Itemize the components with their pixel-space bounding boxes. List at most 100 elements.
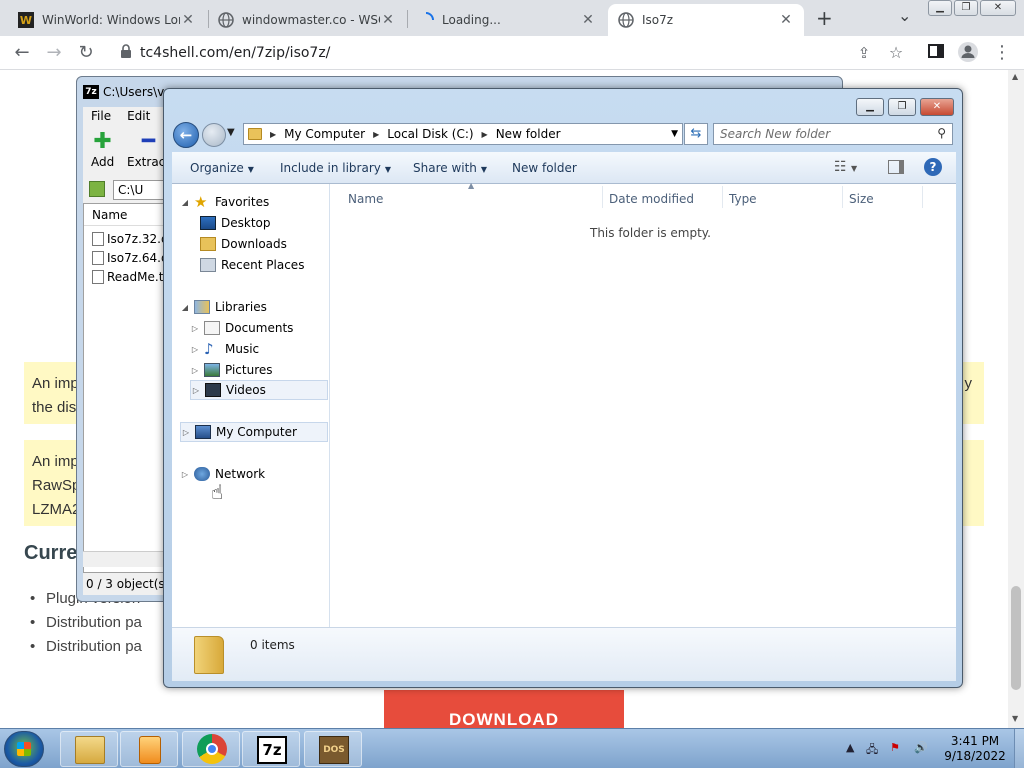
expand-triangle-icon[interactable]: ▷	[190, 324, 200, 333]
help-icon[interactable]: ?	[924, 158, 942, 176]
search-icon[interactable]: ⚲	[937, 126, 946, 140]
nav-label: Recent Places	[221, 258, 305, 272]
chevron-right-icon[interactable]: ▶	[369, 130, 383, 139]
expand-triangle-icon[interactable]: ▷	[181, 428, 191, 437]
recent-pages-dropdown-icon[interactable]: ▼	[227, 127, 235, 138]
new-folder-button[interactable]: New folder	[512, 161, 577, 175]
file-content-area[interactable]: ▲ Name Date modified Type Size This fold…	[330, 181, 956, 627]
tab-search-button[interactable]: ⌄	[898, 6, 911, 25]
column-divider[interactable]	[842, 186, 843, 208]
share-icon[interactable]: ⇪	[852, 41, 876, 65]
taskbar-dosbox[interactable]: DOS	[304, 731, 362, 767]
scroll-down-icon[interactable]: ▼	[1012, 714, 1018, 723]
nav-libraries[interactable]: ◢ Libraries	[180, 297, 267, 317]
expand-triangle-icon[interactable]: ▷	[190, 345, 200, 354]
breadcrumb-my-computer[interactable]: My Computer	[280, 127, 369, 141]
column-divider[interactable]	[602, 186, 603, 208]
collapse-triangle-icon[interactable]: ◢	[180, 303, 190, 312]
maximize-button[interactable]: ❐	[954, 0, 978, 16]
explorer-maximize-button[interactable]: ❐	[888, 98, 916, 116]
breadcrumb-local-disk[interactable]: Local Disk (C:)	[383, 127, 477, 141]
network-tray-icon[interactable]: 🖧	[866, 741, 878, 760]
explorer-close-button[interactable]: ✕	[920, 98, 954, 116]
expand-triangle-icon[interactable]: ▷	[191, 386, 201, 395]
nav-my-computer[interactable]: ▷ My Computer	[180, 422, 328, 442]
tab-close-icon[interactable]: ✕	[180, 12, 196, 28]
show-hidden-icons-icon[interactable]: ▲	[846, 741, 854, 754]
page-scrollbar[interactable]: ▲ ▼	[1008, 70, 1024, 728]
taskbar-chrome[interactable]	[182, 731, 240, 767]
breadcrumb-new-folder[interactable]: New folder	[492, 127, 565, 141]
bookmark-star-icon[interactable]: ☆	[884, 41, 908, 65]
close-button[interactable]: ✕	[980, 0, 1016, 16]
menu-edit[interactable]: Edit	[119, 107, 158, 125]
expand-triangle-icon[interactable]: ▷	[190, 366, 200, 375]
sevenzip-horizontal-scrollbar[interactable]	[83, 551, 163, 567]
nav-pictures[interactable]: ▷ Pictures	[190, 360, 273, 380]
forward-arrow-icon[interactable]: →	[42, 41, 66, 65]
tab-windowmaster[interactable]: windowmaster.co - WSO ✕	[208, 4, 406, 36]
kebab-menu-icon[interactable]: ⋮	[990, 41, 1014, 65]
include-in-library-button[interactable]: Include in library ▼	[280, 161, 391, 175]
explorer-window[interactable]: ▁ ❐ ✕ ← ▼ ▶ My Computer ▶ Local Disk (C:…	[163, 88, 963, 688]
column-header-name[interactable]: Name	[348, 192, 383, 206]
expand-triangle-icon[interactable]: ▷	[180, 470, 190, 479]
back-arrow-icon[interactable]: ←	[10, 41, 34, 65]
column-header-date-modified[interactable]: Date modified	[609, 192, 694, 206]
address-history-dropdown-icon[interactable]: ▼	[671, 129, 678, 139]
tab-close-icon[interactable]: ✕	[380, 12, 396, 28]
add-button[interactable]: ✚ Add	[91, 129, 114, 169]
tab-loading[interactable]: Loading... ✕	[408, 4, 606, 36]
minimize-button[interactable]: ▁	[928, 0, 952, 16]
start-button[interactable]	[4, 731, 44, 767]
share-with-button[interactable]: Share with ▼	[413, 161, 487, 175]
chevron-right-icon[interactable]: ▶	[266, 130, 280, 139]
back-arrow-icon[interactable]: ←	[173, 122, 199, 148]
action-center-flag-icon[interactable]: ⚑	[890, 741, 900, 754]
address-bar[interactable]: tc4shell.com/en/7zip/iso7z/	[112, 39, 924, 67]
column-divider[interactable]	[922, 186, 923, 208]
taskbar-media-player[interactable]	[120, 731, 178, 767]
taskbar-file-explorer[interactable]	[60, 731, 118, 767]
column-header-type[interactable]: Type	[729, 192, 757, 206]
change-view-icon[interactable]: ☷ ▼	[834, 159, 857, 175]
forward-arrow-icon[interactable]	[202, 123, 226, 147]
up-folder-icon[interactable]	[89, 181, 105, 197]
new-tab-button[interactable]: +	[816, 6, 833, 30]
navigation-pane[interactable]: ◢ ★ Favorites Desktop Downloads Recent P…	[172, 184, 330, 627]
collapse-triangle-icon[interactable]: ◢	[180, 198, 190, 207]
profile-avatar-icon[interactable]	[956, 41, 980, 65]
preview-pane-icon[interactable]	[888, 160, 904, 174]
nav-recent-places[interactable]: Recent Places	[200, 255, 304, 275]
reload-icon[interactable]: ↻	[74, 41, 98, 65]
scroll-up-icon[interactable]: ▲	[1012, 72, 1018, 81]
chevron-down-icon: ▼	[480, 165, 488, 174]
explorer-minimize-button[interactable]: ▁	[856, 98, 884, 116]
tab-close-icon[interactable]: ✕	[580, 12, 596, 28]
column-header-size[interactable]: Size	[849, 192, 874, 206]
search-input[interactable]: Search New folder ⚲	[713, 123, 953, 145]
download-button[interactable]: DOWNLOAD	[384, 690, 624, 728]
taskbar-7zip[interactable]: 7z	[242, 731, 300, 767]
nav-favorites[interactable]: ◢ ★ Favorites	[180, 192, 269, 212]
nav-music[interactable]: ▷ ♪ Music	[190, 339, 259, 359]
tab-winworld[interactable]: W WinWorld: Windows Lon ✕	[8, 4, 206, 36]
nav-videos[interactable]: ▷ Videos	[190, 380, 328, 400]
column-divider[interactable]	[722, 186, 723, 208]
bullet-item: Distribution pa	[30, 614, 142, 631]
system-clock[interactable]: 3:41 PM 9/18/2022	[940, 734, 1010, 764]
nav-downloads[interactable]: Downloads	[200, 234, 287, 254]
menu-file[interactable]: File	[83, 107, 119, 125]
nav-desktop[interactable]: Desktop	[200, 213, 271, 233]
organize-button[interactable]: Organize ▼	[190, 161, 254, 175]
tab-close-icon[interactable]: ✕	[778, 12, 794, 28]
chevron-right-icon[interactable]: ▶	[478, 130, 492, 139]
refresh-icon[interactable]: ⇆	[684, 123, 708, 145]
explorer-address-bar[interactable]: ▶ My Computer ▶ Local Disk (C:) ▶ New fo…	[243, 123, 683, 145]
volume-icon[interactable]: 🔊	[914, 741, 928, 754]
nav-documents[interactable]: ▷ Documents	[190, 318, 293, 338]
tab-iso7z[interactable]: Iso7z ✕	[608, 4, 804, 36]
scrollbar-thumb[interactable]	[1011, 586, 1021, 690]
side-panel-icon[interactable]	[924, 41, 948, 65]
show-desktop-button[interactable]	[1014, 729, 1024, 768]
